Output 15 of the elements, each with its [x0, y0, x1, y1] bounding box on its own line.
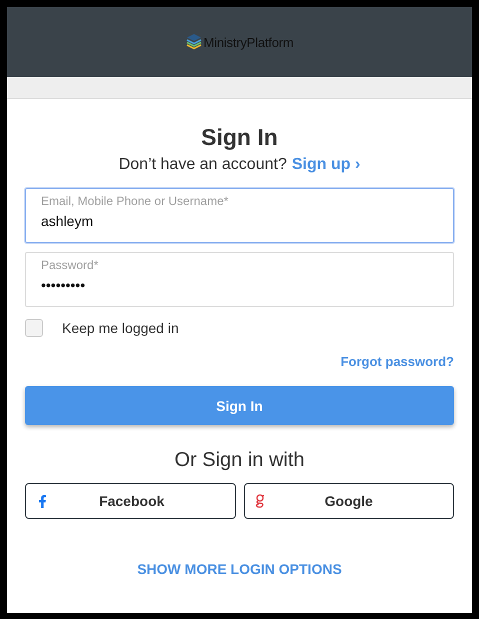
social-heading: Or Sign in with: [174, 449, 305, 472]
layers-logo-icon: [186, 33, 202, 51]
social-login-button[interactable]: Facebook: [25, 483, 236, 519]
signup-prompt: Don’t have an account?: [118, 155, 287, 175]
input-field[interactable]: Email, Mobile Phone or Username* ashleym: [25, 188, 454, 243]
google-icon: [254, 494, 264, 508]
checkbox-label: Keep me logged in: [62, 320, 179, 336]
remember-checkbox[interactable]: [25, 319, 43, 337]
facebook-icon: [36, 494, 49, 508]
logo-text: MinistryPlatform: [204, 34, 294, 50]
field-label: Email, Mobile Phone or Username*: [41, 194, 228, 208]
page-title: Sign In: [201, 124, 278, 150]
field-label: Password*: [41, 258, 98, 272]
input-field[interactable]: Password* •••••••••: [25, 252, 454, 307]
social-login-button[interactable]: Google: [244, 483, 454, 519]
